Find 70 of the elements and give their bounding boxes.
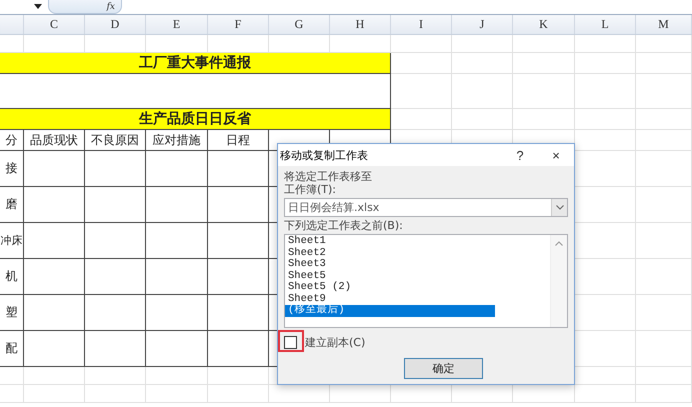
empty-cell[interactable]: [146, 223, 208, 259]
checkbox-label: 建立副本(C): [305, 336, 366, 348]
empty-cell[interactable]: [24, 151, 85, 187]
formula-field[interactable]: fx: [48, 0, 122, 14]
ok-button[interactable]: 确定: [404, 358, 483, 379]
column-title: 品质现状: [24, 130, 85, 151]
empty-cell[interactable]: [85, 151, 146, 187]
empty-cell[interactable]: [208, 295, 269, 331]
merged-cell[interactable]: [0, 74, 391, 109]
empty-cell[interactable]: [24, 295, 85, 331]
before-sheet-label: 下列选定工作表之前(B):: [284, 219, 404, 232]
empty-cell[interactable]: [146, 259, 208, 295]
close-button[interactable]: ×: [538, 148, 574, 162]
column-header[interactable]: F: [208, 15, 269, 34]
help-button[interactable]: ?: [502, 148, 538, 162]
column-header[interactable]: C: [24, 15, 85, 34]
workbook-label: 工作簿(T):: [284, 183, 338, 196]
empty-cell[interactable]: [208, 331, 269, 367]
sheet-title: 生产品质日日反省: [0, 109, 391, 130]
sheet-title: 工厂重大事件通报: [0, 53, 391, 74]
column-header[interactable]: E: [146, 15, 208, 34]
column-header[interactable]: L: [575, 15, 636, 34]
list-item[interactable]: Sheet3: [285, 259, 495, 270]
empty-cell[interactable]: [85, 223, 146, 259]
column-header[interactable]: G: [269, 15, 330, 34]
list-item[interactable]: Sheet5 (2): [285, 282, 495, 294]
empty-cell[interactable]: [85, 187, 146, 223]
empty-cell[interactable]: [208, 187, 269, 223]
scroll-up-icon[interactable]: [555, 241, 563, 246]
checkbox[interactable]: [284, 336, 297, 348]
table-cell: 接: [0, 151, 24, 187]
empty-cell[interactable]: [208, 223, 269, 259]
list-item[interactable]: Sheet9: [285, 294, 495, 305]
column-header[interactable]: D: [85, 15, 146, 34]
table-cell: 机: [0, 259, 24, 295]
list-item[interactable]: Sheet1: [285, 236, 495, 248]
column-header[interactable]: H: [330, 15, 391, 34]
column-title: 应对措施: [146, 130, 208, 151]
dropdown-arrow-icon[interactable]: [34, 4, 42, 9]
list-item[interactable]: Sheet5: [285, 270, 495, 282]
empty-cell[interactable]: [146, 331, 208, 367]
function-label: fx: [106, 2, 115, 12]
empty-cell[interactable]: [85, 259, 146, 295]
empty-cell[interactable]: [208, 259, 269, 295]
empty-cell[interactable]: [208, 151, 269, 187]
column-title: 日程: [208, 130, 269, 151]
empty-cell[interactable]: [146, 295, 208, 331]
empty-cell[interactable]: [24, 259, 85, 295]
column-title: 分: [0, 130, 24, 151]
table-cell: 磨: [0, 187, 24, 223]
table-cell: 冲床: [0, 223, 24, 259]
table-cell: 配: [0, 331, 24, 367]
column-title: 不良原因: [85, 130, 146, 151]
column-header[interactable]: M: [636, 15, 692, 34]
empty-cell[interactable]: [85, 331, 146, 367]
chevron-down-icon: [556, 205, 564, 210]
move-label: 将选定工作表移至: [284, 170, 373, 183]
list-item[interactable]: Sheet2: [285, 248, 495, 259]
workbook-dropdown[interactable]: 日日例会结算.xlsx: [284, 198, 568, 217]
column-header[interactable]: K: [513, 15, 575, 34]
empty-cell[interactable]: [24, 331, 85, 367]
empty-cell[interactable]: [146, 151, 208, 187]
empty-cell[interactable]: [24, 187, 85, 223]
column-header[interactable]: I: [391, 15, 452, 34]
dialog-title: 移动或复制工作表: [280, 148, 369, 162]
empty-cell[interactable]: [146, 187, 208, 223]
column-header[interactable]: J: [452, 15, 513, 34]
empty-cell[interactable]: [85, 295, 146, 331]
table-cell: 塑: [0, 295, 24, 331]
empty-cell[interactable]: [24, 223, 85, 259]
